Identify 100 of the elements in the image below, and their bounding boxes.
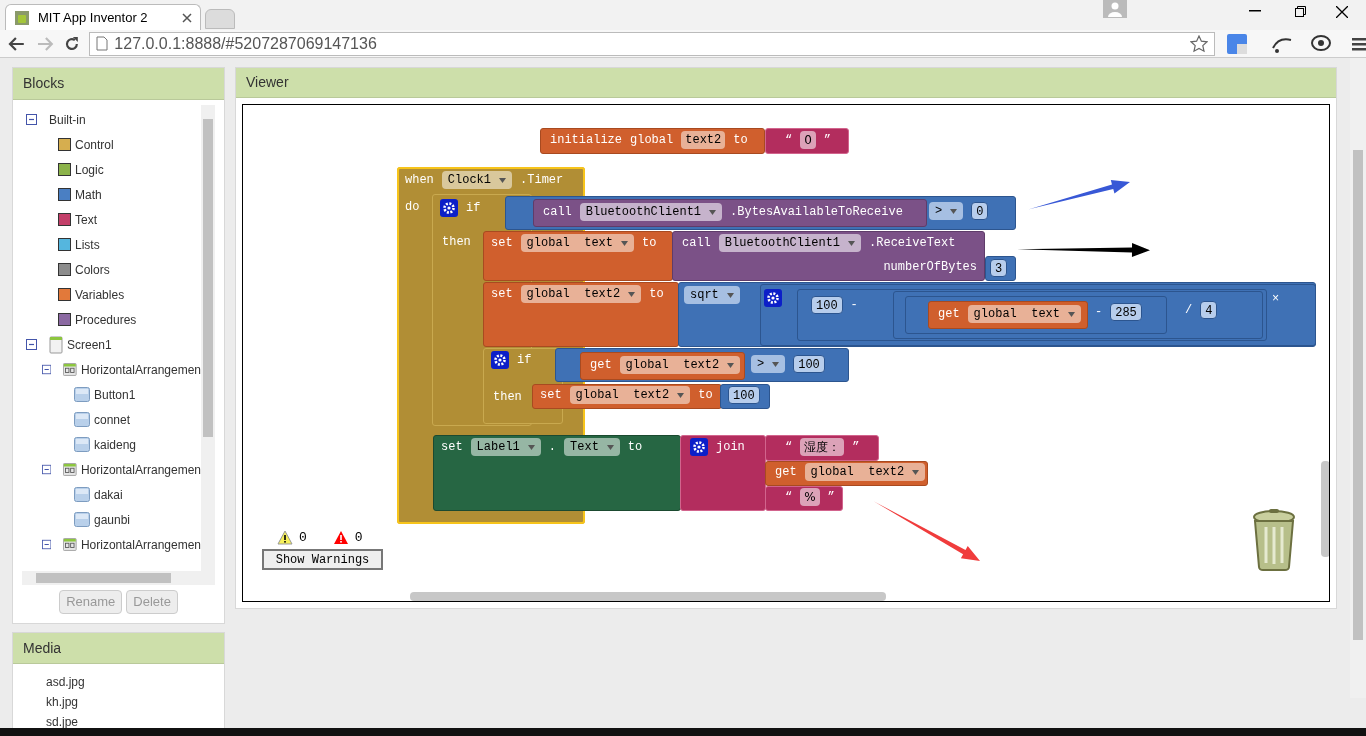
tree-item[interactable]: Control — [75, 135, 114, 154]
restore-icon[interactable] — [1295, 6, 1306, 17]
dropdown-field[interactable]: BluetoothClient1 — [579, 203, 723, 221]
android-icon — [14, 9, 30, 26]
tree-item[interactable]: Colors — [75, 260, 110, 279]
code-block[interactable]: 100 - get global text - 285 / 4 — [797, 289, 1267, 341]
collapse-icon[interactable] — [42, 464, 52, 475]
block-label: when — [405, 172, 434, 189]
dropdown-field[interactable]: Label1 — [470, 438, 541, 456]
tree-item[interactable]: kaideng — [94, 435, 137, 454]
code-block[interactable]: call BluetoothClient1 .BytesAvailableToReceive — [533, 199, 927, 227]
media-file[interactable]: kh.jpg — [46, 692, 224, 712]
close-icon[interactable] — [182, 12, 192, 23]
vertical-scrollbar[interactable] — [201, 105, 215, 571]
collapse-icon[interactable] — [26, 339, 37, 350]
dropdown-field[interactable]: Clock1 — [441, 171, 513, 189]
code-block[interactable]: “ % ” — [765, 486, 843, 511]
gear-icon[interactable] — [764, 289, 782, 307]
string-field[interactable]: 0 — [800, 131, 816, 149]
number-field[interactable]: 100 — [811, 296, 843, 314]
show-warnings-button[interactable]: Show Warnings — [262, 549, 383, 570]
dropdown-field[interactable]: sqrt — [684, 286, 740, 304]
tree-item[interactable]: Button1 — [94, 385, 136, 404]
tree-item[interactable]: Screen1 — [67, 335, 112, 354]
number-field[interactable]: 3 — [990, 259, 1008, 277]
number-field[interactable]: 100 — [728, 386, 760, 404]
star-icon[interactable] — [1190, 34, 1208, 53]
code-block[interactable]: 3 — [985, 256, 1016, 281]
reload-icon[interactable] — [63, 35, 80, 52]
code-block[interactable]: get global text2 — [580, 352, 745, 380]
menu-icon[interactable] — [1352, 36, 1366, 51]
gear-icon[interactable] — [491, 351, 509, 369]
tree-item[interactable]: HorizontalArrangemen — [80, 535, 201, 554]
dropdown-field[interactable]: global text2 — [569, 386, 691, 404]
code-block[interactable]: sqrt 100 - get global text - 285 / 4 × — [678, 282, 1316, 347]
dropdown-field[interactable]: Text — [564, 438, 620, 456]
number-field[interactable]: 285 — [1110, 303, 1142, 321]
code-block[interactable]: get global text2 > 100 — [555, 348, 849, 382]
collapse-icon[interactable] — [26, 114, 37, 125]
code-block[interactable]: get global text - 285 / 4 — [893, 291, 1263, 339]
media-file[interactable]: asd.jpg — [46, 672, 224, 692]
gear-icon[interactable] — [440, 199, 458, 217]
tree-item[interactable]: Lists — [75, 235, 100, 254]
code-block[interactable]: initialize global text2 to — [540, 128, 765, 154]
code-block[interactable]: set global text2 to sqrt 100 - get global text - 285 / 4 × — [483, 282, 1316, 347]
code-block[interactable]: 100 — [720, 384, 770, 409]
code-block[interactable] — [397, 167, 1316, 524]
code-block[interactable]: “ 湿度： ” — [765, 435, 879, 461]
scrollbar-thumb[interactable] — [36, 573, 171, 583]
back-icon[interactable] — [8, 35, 26, 52]
block-label: - — [850, 297, 858, 314]
media-file[interactable]: sd.jpe — [46, 712, 224, 732]
tree-item[interactable]: Text — [75, 210, 97, 229]
dropdown-field[interactable]: global text — [967, 305, 1082, 323]
code-block[interactable]: get global text - 285 — [905, 296, 1167, 334]
tree-item[interactable]: HorizontalArrangemen — [80, 460, 201, 479]
close-icon[interactable] — [1336, 6, 1348, 18]
dropdown-field[interactable]: BluetoothClient1 — [718, 234, 862, 252]
tree-item[interactable]: Logic — [75, 160, 104, 179]
address-bar[interactable]: 127.0.0.1:8888/#5207287069147136 — [89, 31, 1215, 56]
trash-can-icon[interactable] — [1250, 509, 1298, 571]
browser-tab[interactable]: MIT App Inventor 2 — [5, 4, 201, 30]
string-field[interactable]: % — [800, 488, 820, 506]
number-field[interactable]: 100 — [793, 355, 825, 373]
tree-item[interactable]: dakai — [94, 485, 123, 504]
scrollbar-thumb[interactable] — [1353, 150, 1363, 640]
code-block[interactable]: “ 0 ” — [765, 128, 849, 154]
code-block[interactable]: call BluetoothClient1 .BytesAvailableToReceive > 0 — [505, 196, 1016, 230]
scrollbar-thumb[interactable] — [203, 119, 213, 437]
code-block[interactable]: join “ 湿度： ” get global text2 “ % ” — [680, 435, 928, 511]
dropdown-field[interactable]: global text2 — [804, 463, 926, 481]
tree-item[interactable]: HorizontalArrangemen — [80, 360, 201, 379]
number-field[interactable]: 4 — [1200, 301, 1218, 319]
scrollbar-thumb[interactable] — [410, 592, 886, 601]
code-block[interactable]: if get global text2 > 100 then set global text2 to 100 — [483, 348, 849, 424]
code-block[interactable]: get global text2 — [765, 461, 928, 486]
tree-item[interactable]: gaunbi — [94, 510, 131, 529]
dropdown-field[interactable]: global text — [520, 234, 635, 252]
tree-item[interactable]: Math — [75, 185, 102, 204]
code-block[interactable]: 100 - get global text - 285 / 4 × — [760, 284, 1316, 346]
horizontal-scrollbar[interactable] — [22, 571, 215, 585]
number-field[interactable]: 0 — [971, 202, 989, 220]
code-block[interactable] — [432, 194, 1316, 426]
dropdown-field[interactable]: global text2 — [520, 285, 642, 303]
page-scrollbar[interactable] — [1350, 58, 1366, 698]
variable-name-field[interactable]: text2 — [681, 131, 726, 149]
dropdown-field[interactable]: global text2 — [619, 356, 741, 374]
collapse-icon[interactable] — [42, 539, 52, 550]
dropdown-field[interactable]: > — [751, 355, 786, 373]
tree-item[interactable]: Built-in — [49, 110, 86, 129]
collapse-icon[interactable] — [42, 364, 52, 375]
tree-item[interactable]: connet — [94, 410, 131, 429]
gear-icon[interactable] — [690, 438, 708, 456]
minimize-icon[interactable] — [1249, 10, 1261, 12]
tree-item[interactable]: Procedures — [75, 310, 137, 329]
tree-item[interactable]: Variables — [75, 285, 125, 304]
code-block[interactable]: get global text — [928, 301, 1088, 329]
dropdown-field[interactable]: > — [929, 202, 964, 220]
string-field[interactable]: 湿度： — [800, 438, 845, 456]
scrollbar-thumb[interactable] — [1321, 461, 1329, 557]
